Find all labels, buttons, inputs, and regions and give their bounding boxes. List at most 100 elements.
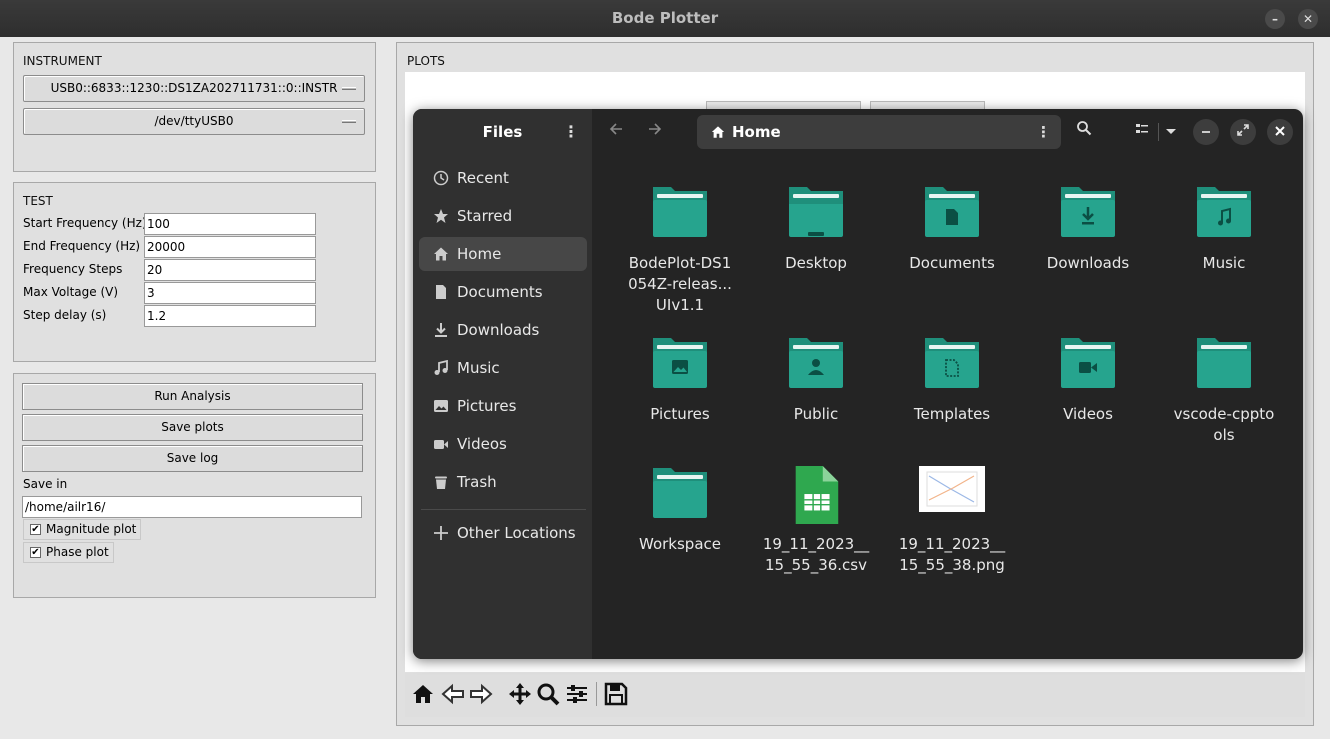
desktop-folder-icon <box>789 187 843 237</box>
sidebar-item-videos[interactable]: Videos <box>419 427 587 461</box>
folder-item[interactable]: Videos <box>1028 336 1148 425</box>
maximize-icon[interactable] <box>1230 119 1256 145</box>
frequency-steps-label: Frequency Steps <box>23 262 123 276</box>
window-title: Bode Plotter <box>611 9 719 27</box>
sidebar-item-pictures[interactable]: Pictures <box>419 389 587 423</box>
toolbar-divider <box>596 682 597 706</box>
sidebar-item-home[interactable]: Home <box>419 237 587 271</box>
sidebar-item-label: Home <box>457 245 502 263</box>
checkmark-icon: ✔ <box>30 547 41 558</box>
end-frequency-input[interactable]: 20000 <box>144 236 316 258</box>
save-plots-button[interactable]: Save plots <box>22 414 363 441</box>
test-label: TEST <box>23 194 53 208</box>
view-list-icon[interactable] <box>1129 119 1155 145</box>
magnitude-plot-label: Magnitude plot <box>46 522 137 536</box>
sidebar-item-trash[interactable]: Trash <box>419 465 587 499</box>
music-icon <box>434 360 448 375</box>
sidebar-item-starred[interactable]: Starred <box>419 199 587 233</box>
files-window: Files ⋮ Recent Starred Home Documents Do… <box>413 109 1303 659</box>
documents-folder-icon <box>925 187 979 237</box>
run-analysis-button[interactable]: Run Analysis <box>22 383 363 410</box>
step-delay-input[interactable]: 1.2 <box>144 305 316 327</box>
public-folder-icon <box>789 338 843 388</box>
sidebar-item-label: Videos <box>457 435 507 453</box>
file-name: BodePlot-DS1​054Z-releas.​.. UIv1.1 <box>628 254 732 314</box>
forward-arrow-icon[interactable] <box>468 681 494 707</box>
folder-item[interactable]: vscode-cppto​ols <box>1164 336 1284 446</box>
save-floppy-icon[interactable] <box>603 681 629 707</box>
close-button[interactable]: ✕ <box>1298 9 1318 29</box>
image-thumbnail <box>919 466 985 512</box>
folder-item[interactable]: Pictures <box>620 336 740 425</box>
star-icon <box>434 209 448 223</box>
sidebar-item-music[interactable]: Music <box>419 351 587 385</box>
folder-item[interactable]: Music <box>1164 185 1284 274</box>
location-menu-icon[interactable]: ⋮ <box>1036 115 1051 149</box>
search-icon[interactable] <box>1071 119 1097 145</box>
serial-port-select[interactable]: /dev/ttyUSB0 <box>23 108 365 135</box>
main-menu-icon[interactable]: ⋮ <box>561 121 581 143</box>
pan-move-icon[interactable] <box>507 681 533 707</box>
location-bar[interactable]: Home ⋮ <box>697 115 1061 149</box>
back-icon[interactable] <box>603 119 629 145</box>
folder-item[interactable]: Workspace <box>620 466 740 555</box>
sidebar-item-downloads[interactable]: Downloads <box>419 313 587 347</box>
sidebar-divider <box>421 509 586 510</box>
sidebar-item-other-locations[interactable]: Other Locations <box>419 516 587 550</box>
folder-item[interactable]: Downloads <box>1028 185 1148 274</box>
folder-icon <box>1197 338 1251 388</box>
sidebar-item-documents[interactable]: Documents <box>419 275 587 309</box>
home-icon[interactable] <box>410 681 436 707</box>
chevron-down-icon[interactable] <box>1158 119 1184 145</box>
folder-item[interactable]: Templates <box>892 336 1012 425</box>
frequency-steps-input[interactable]: 20 <box>144 259 316 281</box>
end-frequency-label: End Frequency (Hz) <box>23 239 141 253</box>
file-name: Workspace <box>639 535 721 553</box>
sidebar-item-label: Music <box>457 359 500 377</box>
magnitude-plot-checkbox[interactable]: ✔ Magnitude plot <box>23 519 142 540</box>
phase-plot-checkbox[interactable]: ✔ Phase plot <box>23 542 114 563</box>
configure-subplots-icon[interactable] <box>564 681 590 707</box>
file-name: Templates <box>913 405 991 423</box>
file-name: 19_11_2023__​15_55_38.png​ <box>898 535 1006 574</box>
downloads-folder-icon <box>1061 187 1115 237</box>
image-icon <box>434 400 448 412</box>
minimize-icon[interactable] <box>1193 119 1219 145</box>
file-item[interactable]: 19_11_2023__​15_55_36.csv​ <box>756 466 876 576</box>
folder-item[interactable]: BodePlot-DS1​054Z-releas.​.. UIv1.1 <box>620 185 740 316</box>
document-icon <box>436 285 446 299</box>
clock-icon <box>433 170 449 186</box>
close-icon[interactable] <box>1267 119 1293 145</box>
folder-item[interactable]: Desktop <box>756 185 876 274</box>
file-name: Downloads <box>1046 254 1130 272</box>
file-item[interactable]: 19_11_2023__​15_55_38.png​ <box>892 466 1012 576</box>
file-name: Videos <box>1063 405 1113 423</box>
videos-folder-icon <box>1061 338 1115 388</box>
file-name: Pictures <box>650 405 710 423</box>
zoom-icon[interactable] <box>535 681 561 707</box>
dropdown-grip-icon <box>342 87 356 90</box>
plus-icon <box>434 526 448 540</box>
scroll-edge <box>1322 360 1330 410</box>
forward-icon[interactable] <box>642 119 668 145</box>
max-voltage-input[interactable]: 3 <box>144 282 316 304</box>
folder-item[interactable]: Documents <box>892 185 1012 274</box>
save-log-button[interactable]: Save log <box>22 445 363 472</box>
save-in-input[interactable]: /home/ailr16/ <box>22 496 362 518</box>
visa-resource-select[interactable]: USB0::6833::1230::DS1ZA202711731::0::INS… <box>23 75 365 102</box>
save-in-label: Save in <box>23 477 68 491</box>
sidebar-item-label: Pictures <box>457 397 517 415</box>
start-frequency-input[interactable]: 100 <box>144 213 316 235</box>
folder-icon <box>653 468 707 518</box>
folder-item[interactable]: Public <box>756 336 876 425</box>
minimize-button[interactable]: – <box>1265 9 1285 29</box>
title-bar: Bode Plotter – ✕ <box>0 0 1330 37</box>
sidebar-item-label: Trash <box>457 473 497 491</box>
sidebar-item-recent[interactable]: Recent <box>419 161 587 195</box>
plots-label: PLOTS <box>407 54 445 68</box>
music-folder-icon <box>1197 187 1251 237</box>
checkmark-icon: ✔ <box>30 524 41 535</box>
home-icon <box>434 247 448 261</box>
back-arrow-icon[interactable] <box>440 681 466 707</box>
folder-icon <box>653 187 707 237</box>
